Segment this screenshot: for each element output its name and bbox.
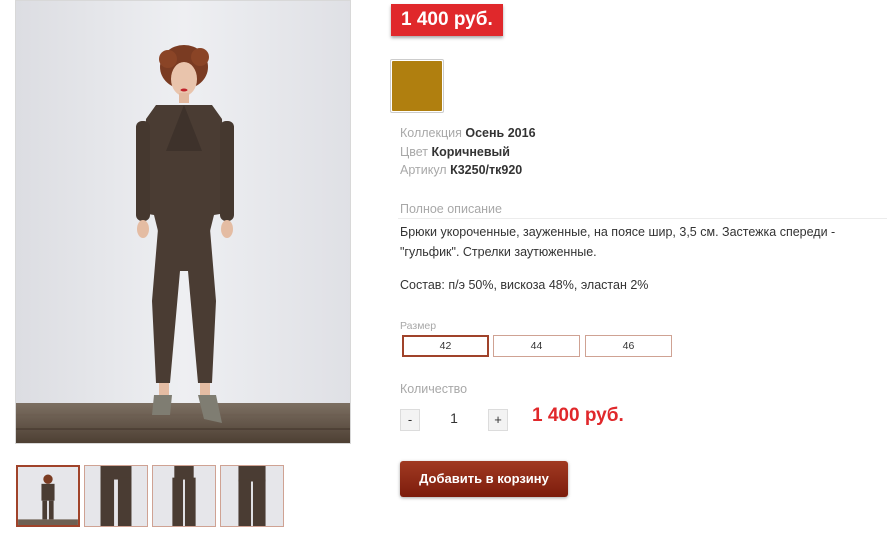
add-to-cart-button[interactable]: Добавить в корзину	[400, 461, 568, 497]
quantity-label: Количество	[400, 382, 468, 396]
description-divider	[398, 218, 887, 219]
collection-row: Коллекция Осень 2016	[400, 125, 536, 142]
product-main-image[interactable]	[15, 0, 351, 444]
color-row: Цвет Коричневый	[400, 144, 510, 161]
size-option-46[interactable]: 46	[585, 335, 672, 357]
price-badge: 1 400 руб.	[391, 4, 503, 36]
color-value: Коричневый	[431, 145, 510, 159]
size-label: Размер	[400, 320, 437, 332]
color-swatch-fill	[392, 61, 442, 111]
size-option-44[interactable]: 44	[493, 335, 580, 357]
article-key: Артикул	[400, 163, 447, 177]
collection-key: Коллекция	[400, 126, 462, 140]
collection-value: Осень 2016	[465, 126, 536, 140]
article-row: Артикул К3250/тк920	[400, 162, 522, 179]
description-text: Брюки укороченные, зауженные, на поясе ш…	[400, 225, 836, 259]
thumbnail-2[interactable]	[84, 465, 148, 527]
article-value: К3250/тк920	[450, 163, 523, 177]
color-key: Цвет	[400, 145, 429, 159]
quantity-decrease-button[interactable]: -	[400, 409, 420, 431]
color-swatch[interactable]	[390, 59, 444, 113]
description-title: Полное описание	[400, 202, 502, 216]
thumbnail-4[interactable]	[220, 465, 284, 527]
thumbnail-3[interactable]	[152, 465, 216, 527]
quantity-increase-button[interactable]: +	[488, 409, 508, 431]
thumbnail-1[interactable]	[16, 465, 80, 527]
composition-text: Состав: п/э 50%, вискоза 48%, эластан 2%	[400, 278, 649, 292]
size-option-42[interactable]: 42	[402, 335, 489, 357]
quantity-value[interactable]: 1	[440, 410, 468, 426]
total-price: 1 400 руб.	[532, 405, 624, 426]
